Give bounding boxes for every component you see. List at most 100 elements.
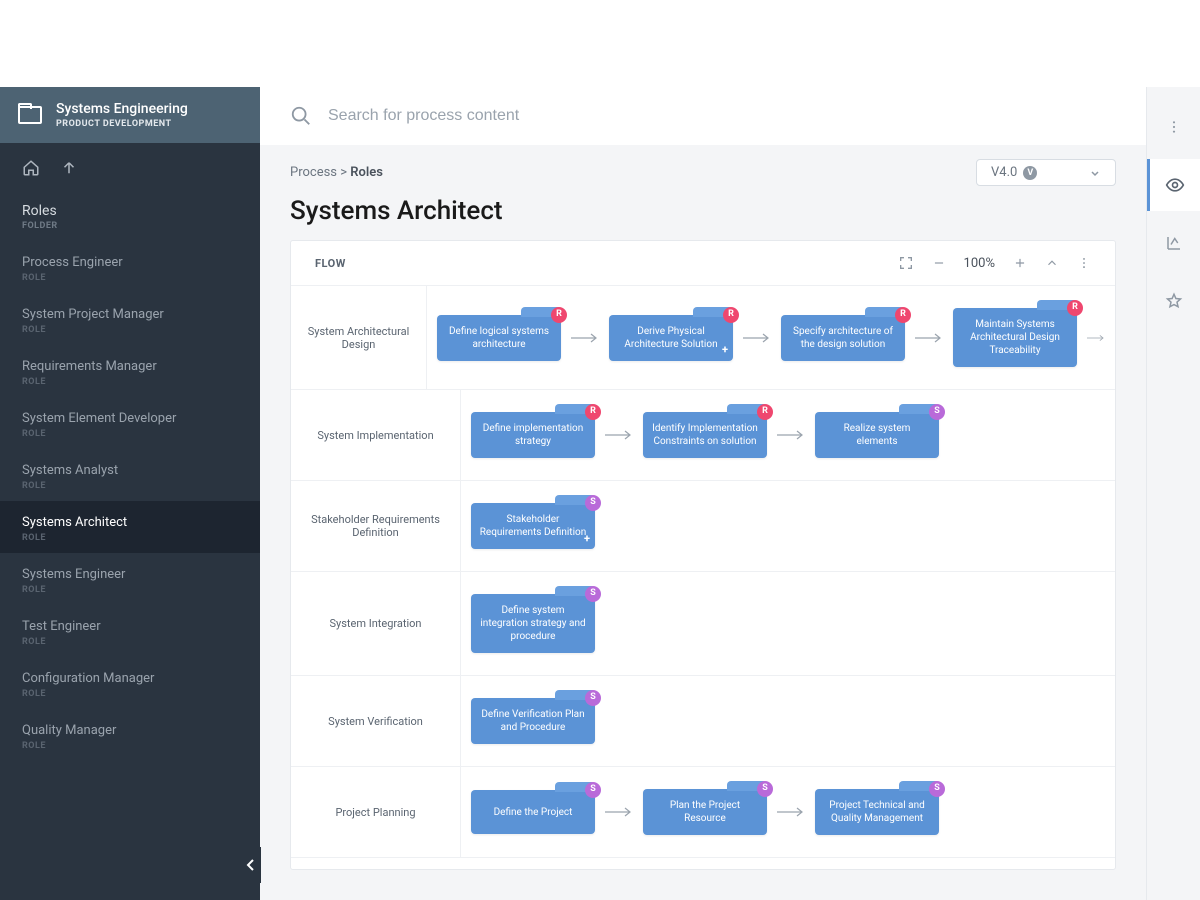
node-badge-icon: S (585, 782, 601, 798)
plus-icon[interactable]: + (722, 343, 728, 357)
page-title: Systems Architect (260, 192, 1146, 240)
sidebar-item-sub: ROLE (22, 689, 238, 699)
sidebar-item-label: System Element Developer (22, 411, 238, 426)
breadcrumb[interactable]: Process > Roles (290, 165, 383, 180)
flow-node-label: Project Technical and Quality Management (823, 799, 931, 825)
sidebar-item-process-engineer[interactable]: Process Engineer ROLE (0, 241, 260, 293)
sidebar-item-label: Quality Manager (22, 723, 238, 738)
flow-node[interactable]: RMaintain Systems Architectural Design T… (953, 308, 1077, 367)
version-badge-icon: V (1023, 166, 1037, 180)
flow-row: System ImplementationRDefine implementat… (291, 390, 1115, 481)
arrow-icon (605, 807, 633, 817)
flow-node[interactable]: RDefine implementation strategy (471, 412, 595, 458)
node-badge-icon: R (895, 307, 911, 323)
sidebar-item-test-engineer[interactable]: Test Engineer ROLE (0, 605, 260, 657)
arrow-icon (605, 430, 633, 440)
flow-node-label: Stakeholder Requirements Definition (479, 513, 587, 539)
breadcrumb-current: Roles (350, 165, 383, 180)
sidebar-item-sub: ROLE (22, 741, 238, 751)
main-area: Process > Roles V4.0 V Systems Architect… (260, 87, 1146, 900)
flow-row: System IntegrationSDefine system integra… (291, 572, 1115, 676)
flow-row-label: System Architectural Design (291, 286, 427, 389)
sidebar-item-systems-engineer[interactable]: Systems Engineer ROLE (0, 553, 260, 605)
flow-node[interactable]: RDefine logical systems architecture (437, 315, 561, 361)
search-icon (290, 105, 312, 127)
flow-node-label: Maintain Systems Architectural Design Tr… (961, 318, 1069, 357)
flow-node[interactable]: RIdentify Implementation Constraints on … (643, 412, 767, 458)
panel-title: FLOW (315, 257, 346, 270)
sidebar-item-quality-manager[interactable]: Quality Manager ROLE (0, 709, 260, 761)
up-icon[interactable] (60, 159, 78, 177)
flow-row-label: System Implementation (291, 390, 461, 480)
sidebar-section-subtitle: FOLDER (22, 221, 238, 231)
sidebar-item-sub: ROLE (22, 377, 238, 387)
rail-view-icon[interactable] (1147, 159, 1200, 211)
flow-node[interactable]: SProject Technical and Quality Managemen… (815, 789, 939, 835)
node-badge-icon: R (757, 404, 773, 420)
version-selector[interactable]: V4.0 V (976, 159, 1116, 186)
node-badge-icon: S (929, 404, 945, 420)
rail-star-icon[interactable] (1147, 275, 1200, 327)
sidebar-item-systems-architect[interactable]: Systems Architect ROLE (0, 501, 260, 553)
chevron-down-icon (1089, 167, 1101, 179)
flow-node[interactable]: SDefine Verification Plan and Procedure (471, 698, 595, 744)
sidebar-item-system-project-manager[interactable]: System Project Manager ROLE (0, 293, 260, 345)
flow-node-label: Define logical systems architecture (445, 325, 553, 351)
flow-node-label: Define Verification Plan and Procedure (479, 708, 587, 734)
sidebar: Systems Engineering PRODUCT DEVELOPMENT … (0, 87, 260, 900)
fullscreen-icon[interactable] (898, 255, 914, 271)
flow-node-label: Define implementation strategy (479, 422, 587, 448)
search-bar (260, 87, 1146, 145)
flow-row-label: Stakeholder Requirements Definition (291, 481, 461, 571)
brand-subtitle: PRODUCT DEVELOPMENT (56, 119, 188, 129)
flow-node-label: Define system integration strategy and p… (479, 604, 587, 643)
rail-edit-icon[interactable] (1147, 217, 1200, 269)
sidebar-item-systems-analyst[interactable]: Systems Analyst ROLE (0, 449, 260, 501)
node-badge-icon: S (929, 781, 945, 797)
flow-node[interactable]: SPlan the Project Resource (643, 789, 767, 835)
arrow-icon (1087, 333, 1105, 343)
flow-node[interactable]: SDefine the Project (471, 790, 595, 834)
sidebar-item-label: Systems Engineer (22, 567, 238, 582)
flow-row-label: System Verification (291, 676, 461, 766)
arrow-icon (915, 333, 943, 343)
sidebar-item-sub: ROLE (22, 585, 238, 595)
search-input[interactable] (328, 107, 1116, 125)
sidebar-item-system-element-developer[interactable]: System Element Developer ROLE (0, 397, 260, 449)
breadcrumb-parent[interactable]: Process (290, 165, 337, 180)
zoom-out-button[interactable] (932, 256, 946, 270)
sidebar-item-configuration-manager[interactable]: Configuration Manager ROLE (0, 657, 260, 709)
sidebar-collapse-handle[interactable] (241, 847, 261, 883)
arrow-icon (777, 807, 805, 817)
sidebar-item-requirements-manager[interactable]: Requirements Manager ROLE (0, 345, 260, 397)
sidebar-section-header: Roles FOLDER (0, 193, 260, 235)
sidebar-item-label: Systems Architect (22, 515, 238, 530)
flow-row: Project PlanningSDefine the ProjectSPlan… (291, 767, 1115, 858)
flow-node[interactable]: RSpecify architecture of the design solu… (781, 315, 905, 361)
flow-row-label: System Integration (291, 572, 461, 675)
collapse-up-icon[interactable] (1045, 256, 1059, 270)
node-badge-icon: S (585, 690, 601, 706)
flow-node[interactable]: SRealize system elements (815, 412, 939, 458)
arrow-icon (743, 333, 771, 343)
brand-title: Systems Engineering (56, 101, 188, 117)
plus-icon[interactable]: + (584, 532, 590, 546)
zoom-level: 100% (964, 256, 995, 271)
sidebar-item-label: System Project Manager (22, 307, 238, 322)
rail-more-icon[interactable] (1147, 101, 1200, 153)
node-badge-icon: R (585, 404, 601, 420)
home-icon[interactable] (22, 159, 40, 177)
flow-node[interactable]: RDerive Physical Architecture Solution+ (609, 315, 733, 361)
folder-icon (18, 106, 42, 124)
flow-node[interactable]: SStakeholder Requirements Definition+ (471, 503, 595, 549)
sidebar-item-sub: ROLE (22, 273, 238, 283)
flow-row: System Architectural DesignRDefine logic… (291, 286, 1115, 390)
zoom-in-button[interactable] (1013, 256, 1027, 270)
flow-node[interactable]: SDefine system integration strategy and … (471, 594, 595, 653)
more-vertical-icon[interactable] (1077, 256, 1091, 270)
node-badge-icon: R (551, 307, 567, 323)
flow-node-label: Derive Physical Architecture Solution (617, 325, 725, 351)
brand-header[interactable]: Systems Engineering PRODUCT DEVELOPMENT (0, 87, 260, 143)
node-badge-icon: R (723, 307, 739, 323)
sidebar-item-sub: ROLE (22, 637, 238, 647)
